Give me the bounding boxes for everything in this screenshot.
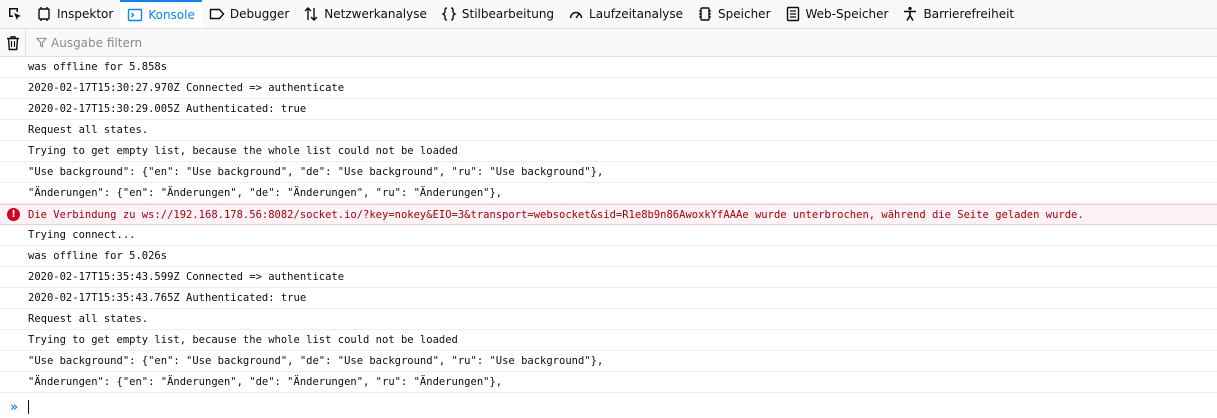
trash-icon: [6, 35, 19, 50]
message-text: Trying to get empty list, because the wh…: [28, 145, 458, 157]
console-message: "Änderungen": {"en": "Änderungen", "de":…: [0, 372, 1217, 393]
tab-label: Stilbearbeitung: [461, 7, 555, 21]
tab-debugger[interactable]: Debugger: [202, 0, 296, 28]
console-icon: [128, 8, 143, 22]
message-text: Request all states.: [28, 313, 149, 325]
network-icon: [304, 7, 318, 21]
console-message: 2020-02-17T15:35:43.765Z Authenticated: …: [0, 288, 1217, 309]
message-text: Trying to get empty list, because the wh…: [28, 334, 458, 346]
element-picker-button[interactable]: [0, 0, 29, 28]
message-text: 2020-02-17T15:35:43.765Z Authenticated: …: [28, 292, 307, 304]
console-message: Request all states.: [0, 120, 1217, 141]
tab-label: Laufzeitanalyse: [589, 7, 684, 21]
tab-inspector[interactable]: Inspektor: [29, 0, 120, 28]
message-text: Request all states.: [28, 124, 149, 136]
tab-style-editor[interactable]: Stilbearbeitung: [434, 0, 561, 28]
tab-label: Netzwerkanalyse: [324, 7, 427, 21]
message-text: Trying connect...: [28, 229, 136, 241]
tab-label: Inspektor: [57, 7, 114, 21]
inspector-icon: [38, 7, 50, 21]
message-text: was offline for 5.858s: [28, 61, 168, 73]
tab-label: Barrierefreiheit: [923, 7, 1015, 21]
console-message: Trying to get empty list, because the wh…: [0, 330, 1217, 351]
message-text: 2020-02-17T15:30:29.005Z Authenticated: …: [28, 103, 307, 115]
tab-label: Speicher: [718, 7, 771, 21]
clear-console-button[interactable]: [0, 29, 26, 56]
filter-wrapper: [36, 35, 351, 50]
filter-icon: [36, 37, 47, 48]
prompt-chevron-icon: »: [10, 399, 18, 415]
console-message: Request all states.: [0, 309, 1217, 330]
tab-storage[interactable]: Web-Speicher: [778, 0, 896, 28]
message-text: "Änderungen": {"en": "Änderungen", "de":…: [28, 187, 503, 199]
console-message: was offline for 5.026s: [0, 246, 1217, 267]
error-icon: !: [7, 208, 20, 221]
memory-icon: [699, 7, 712, 21]
console-message: Trying to get empty list, because the wh…: [0, 141, 1217, 162]
console-message: "Use background": {"en": "Use background…: [0, 351, 1217, 372]
message-text: was offline for 5.026s: [28, 250, 168, 262]
console-filter-bar: [0, 29, 1217, 57]
console-message: was offline for 5.858s: [0, 57, 1217, 78]
storage-icon: [786, 6, 799, 22]
tab-label: Debugger: [229, 7, 290, 21]
performance-icon: [569, 11, 583, 19]
tab-performance[interactable]: Laufzeitanalyse: [561, 0, 690, 28]
message-text: 2020-02-17T15:30:27.970Z Connected => au…: [28, 82, 345, 94]
element-picker-icon: [8, 8, 21, 20]
message-text: 2020-02-17T15:35:43.599Z Connected => au…: [28, 271, 345, 283]
console-message: Trying connect...: [0, 225, 1217, 246]
console-output: was offline for 5.858s 2020-02-17T15:30:…: [0, 57, 1217, 393]
filter-input[interactable]: [51, 35, 351, 50]
tab-label: Web-Speicher: [805, 7, 889, 21]
message-text: Die Verbindung zu ws://192.168.178.56:80…: [28, 208, 1084, 221]
console-message: "Änderungen": {"en": "Änderungen", "de":…: [0, 183, 1217, 204]
tab-console[interactable]: Konsole: [120, 0, 202, 28]
tab-label: Konsole: [148, 8, 195, 22]
message-text: "Use background": {"en": "Use background…: [28, 355, 604, 367]
console-message: 2020-02-17T15:30:27.970Z Connected => au…: [0, 78, 1217, 99]
tab-network[interactable]: Netzwerkanalyse: [296, 0, 434, 28]
message-text: "Use background": {"en": "Use background…: [28, 166, 604, 178]
console-error-message: ! Die Verbindung zu ws://192.168.178.56:…: [0, 204, 1217, 225]
console-message: 2020-02-17T15:35:43.599Z Connected => au…: [0, 267, 1217, 288]
debugger-icon: [209, 8, 225, 20]
message-text: "Änderungen": {"en": "Änderungen", "de":…: [28, 376, 503, 388]
tab-accessibility[interactable]: Barrierefreiheit: [895, 0, 1021, 28]
style-editor-icon: [441, 7, 457, 21]
text-caret: [28, 400, 29, 414]
console-input[interactable]: »: [0, 396, 1217, 418]
console-message: "Use background": {"en": "Use background…: [0, 162, 1217, 183]
console-message: 2020-02-17T15:30:29.005Z Authenticated: …: [0, 99, 1217, 120]
devtools-toolbar: Inspektor Konsole Debugger Netzwerkanaly…: [0, 0, 1217, 29]
accessibility-icon: [904, 6, 917, 21]
tab-memory[interactable]: Speicher: [690, 0, 777, 28]
